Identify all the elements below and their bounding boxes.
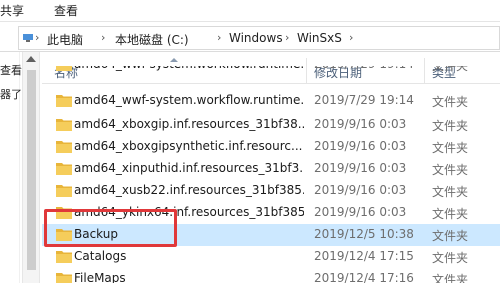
tab-share[interactable]: 共享 — [0, 2, 24, 19]
chevron-right-icon: › — [349, 31, 354, 44]
file-date: 2019/12/5 10:38 — [314, 227, 414, 241]
file-name: amd64_wwf-system.workflow.runtime... — [74, 66, 304, 71]
nav-item[interactable]: 器了 — [0, 86, 22, 102]
file-date: 2019/12/4 17:16 — [314, 271, 414, 283]
nav-scrollbar[interactable] — [22, 52, 40, 283]
file-row[interactable]: amd64_wwf-system.workflow.runtime... 2019… — [42, 66, 500, 76]
file-row[interactable]: amd64_wwf-system.workflow.runtime... 2019… — [42, 90, 500, 112]
folder-icon — [56, 95, 72, 107]
sort-ascending-icon — [170, 58, 178, 62]
file-date: 2019/9/16 0:03 — [314, 205, 407, 219]
file-type: 文件夹 — [432, 141, 469, 155]
chevron-right-icon: › — [35, 31, 40, 44]
file-date: 2019/9/16 0:03 — [314, 139, 407, 153]
folder-icon — [56, 273, 72, 283]
file-row[interactable]: amd64_xboxgipsynthetic.inf.resourc... 201… — [42, 136, 500, 158]
chevron-right-icon: › — [101, 31, 106, 44]
file-date: 2019/9/16 0:03 — [314, 117, 407, 131]
chevron-right-icon: › — [285, 31, 290, 44]
file-type: 文件夹 — [432, 273, 469, 283]
ribbon: 共享 查看 — [0, 0, 500, 22]
file-date: 2019/9/16 0:03 — [314, 161, 407, 175]
breadcrumb-local-disk[interactable]: 本地磁盘 (C:) — [115, 31, 189, 48]
file-list: amd64_wwf-system.workflow.runtime... 2019… — [42, 66, 500, 283]
file-row[interactable]: amd64_xusb22.inf.resources_31bf385... 201… — [42, 180, 500, 202]
folder-icon — [56, 141, 72, 153]
folder-icon — [56, 185, 72, 197]
tab-view[interactable]: 查看 — [54, 2, 78, 19]
file-type: 文件夹 — [432, 229, 469, 243]
folder-icon — [56, 119, 72, 131]
file-row[interactable]: amd64_xboxgip.inf.resources_31bf38... 201… — [42, 114, 500, 136]
file-type: 文件夹 — [432, 119, 469, 133]
file-type: 文件夹 — [432, 66, 469, 73]
file-name: amd64_xboxgipsynthetic.inf.resourc... — [74, 139, 303, 153]
file-date: 2019/12/4 17:15 — [314, 249, 414, 263]
file-type: 文件夹 — [432, 163, 469, 177]
breadcrumb-windows[interactable]: Windows — [229, 31, 283, 45]
scrollbar-thumb[interactable] — [27, 70, 36, 270]
folder-icon — [56, 66, 72, 71]
breadcrumb-winsxs[interactable]: WinSxS — [297, 31, 342, 45]
file-row[interactable]: Catalogs 2019/12/4 17:15 文件夹 — [42, 246, 500, 268]
breadcrumb-this-pc[interactable]: 此电脑 — [47, 31, 83, 48]
file-name: FileMaps — [74, 271, 126, 283]
file-date: 2019/7/29 19:14 — [314, 93, 414, 107]
folder-icon — [56, 251, 72, 263]
file-date: 2019/7/29 19:14 — [314, 66, 414, 71]
file-name: Catalogs — [74, 249, 127, 263]
chevron-right-icon: › — [217, 31, 222, 44]
file-name: amd64_xinputhid.inf.resources_31bf3... — [74, 161, 304, 175]
file-name: amd64_wwf-system.workflow.runtime... — [74, 93, 304, 107]
file-name: amd64_xboxgip.inf.resources_31bf38... — [74, 117, 304, 131]
file-name: amd64_xusb22.inf.resources_31bf385... — [74, 183, 304, 197]
folder-icon — [56, 163, 72, 175]
file-date: 2019/9/16 0:03 — [314, 183, 407, 197]
nav-item[interactable]: 查看 — [0, 62, 22, 78]
navigation-pane: 查看 器了 — [0, 52, 22, 283]
address-bar: › 此电脑 › 本地磁盘 (C:) › Windows › WinSxS › — [0, 24, 500, 52]
breadcrumb[interactable]: › 此电脑 › 本地磁盘 (C:) › Windows › WinSxS › — [18, 26, 500, 50]
file-type: 文件夹 — [432, 207, 469, 221]
scroll-up-arrow-icon[interactable] — [26, 56, 36, 62]
file-row[interactable]: FileMaps 2019/12/4 17:16 文件夹 — [42, 268, 500, 283]
this-pc-icon — [23, 34, 33, 42]
file-row[interactable]: amd64_xinputhid.inf.resources_31bf3... 20… — [42, 158, 500, 180]
highlight-box — [44, 209, 177, 247]
file-type: 文件夹 — [432, 95, 469, 109]
file-type: 文件夹 — [432, 185, 469, 199]
file-type: 文件夹 — [432, 251, 469, 265]
